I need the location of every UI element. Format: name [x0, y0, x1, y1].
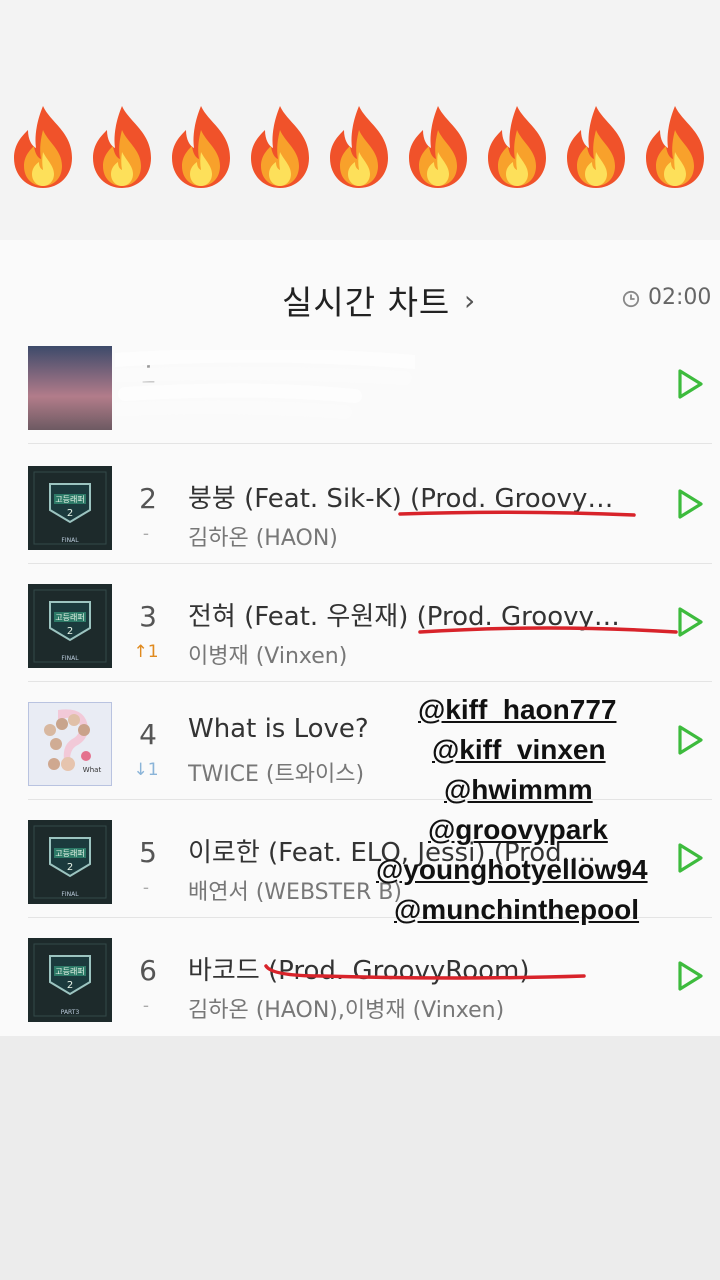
play-icon[interactable]: [676, 960, 704, 992]
album-number-text: 2: [67, 626, 73, 637]
album-art: 고등래퍼 2 PART3: [28, 938, 112, 1022]
fire-emoji: [409, 106, 467, 188]
rank-change: ↑1: [133, 642, 159, 662]
mention-tag[interactable]: @younghotyellow94: [376, 854, 648, 886]
chart-row-2[interactable]: 고등래퍼 2 FINAL 2 - 붕붕 (Feat. Sik-K) (Prod.…: [0, 446, 720, 564]
mention-tag[interactable]: @kiff_haon777: [418, 694, 616, 726]
rank-number: 3: [139, 600, 157, 633]
album-part-text: PART3: [61, 1009, 80, 1016]
mention-tag[interactable]: @kiff_vinxen: [432, 734, 606, 766]
artist-name[interactable]: 김하온 (HAON),이병재 (Vinxen): [188, 992, 638, 1024]
play-icon[interactable]: [676, 368, 704, 400]
clock-icon: [622, 290, 640, 308]
fire-emoji: [93, 106, 151, 188]
fire-emoji: [567, 106, 625, 188]
fire-emoji: [488, 106, 546, 188]
album-number-text: 2: [67, 508, 73, 519]
fire-emoji: [330, 106, 388, 188]
album-final-text: FINAL: [61, 891, 79, 898]
album-final-text: FINAL: [61, 655, 79, 662]
artist-name[interactable]: 김하온 (HAON): [188, 520, 638, 552]
rank-number: 6: [139, 954, 157, 987]
album-art: 고등래퍼 2 FINAL: [28, 820, 112, 904]
album-number-text: 2: [67, 862, 73, 873]
mention-tag[interactable]: @munchinthepool: [394, 894, 639, 926]
play-icon[interactable]: [676, 488, 704, 520]
play-icon[interactable]: [676, 606, 704, 638]
album-art-text: What: [83, 766, 102, 774]
rank-change: -: [142, 996, 150, 1016]
rank-number: 5: [139, 836, 157, 869]
fire-emoji: [14, 106, 72, 188]
fire-emoji: [251, 106, 309, 188]
album-art: [28, 346, 112, 430]
play-icon[interactable]: [676, 724, 704, 756]
album-art: 고등래퍼 2 FINAL: [28, 584, 112, 668]
artist-name[interactable]: 이병재 (Vinxen): [188, 638, 638, 670]
chart-title[interactable]: 실시간 차트: [282, 276, 450, 324]
red-underline: [418, 626, 678, 634]
rank-change: ↓1: [133, 760, 159, 780]
album-art: 고등래퍼 2 FINAL: [28, 466, 112, 550]
rank-number: 4: [139, 718, 157, 751]
mention-tag[interactable]: @groovypark: [428, 814, 608, 846]
rank-change: -: [142, 878, 150, 898]
rank-change: -: [142, 524, 150, 544]
fire-emoji-row: [8, 104, 718, 194]
update-time: 02:00: [648, 285, 712, 310]
redaction-scribble: [115, 350, 415, 419]
album-logo-text: 고등래퍼: [55, 849, 84, 858]
album-logo-text: 고등래퍼: [55, 967, 84, 976]
fire-emoji: [646, 106, 704, 188]
play-icon[interactable]: [676, 842, 704, 874]
album-logo-text: 고등래퍼: [55, 495, 84, 504]
album-art: What: [28, 702, 112, 786]
fire-emoji: [172, 106, 230, 188]
row-divider: [28, 443, 712, 444]
story-bottom-area: [0, 1036, 720, 1280]
red-underline: [398, 510, 636, 517]
mention-tag[interactable]: @hwimmm: [444, 774, 593, 806]
album-logo-text: 고등래퍼: [55, 613, 84, 622]
chevron-right-icon[interactable]: ›: [464, 284, 475, 317]
album-number-text: 2: [67, 980, 73, 991]
red-underline: [264, 964, 586, 980]
album-final-text: FINAL: [61, 537, 79, 544]
rank-number: 2: [139, 482, 157, 515]
